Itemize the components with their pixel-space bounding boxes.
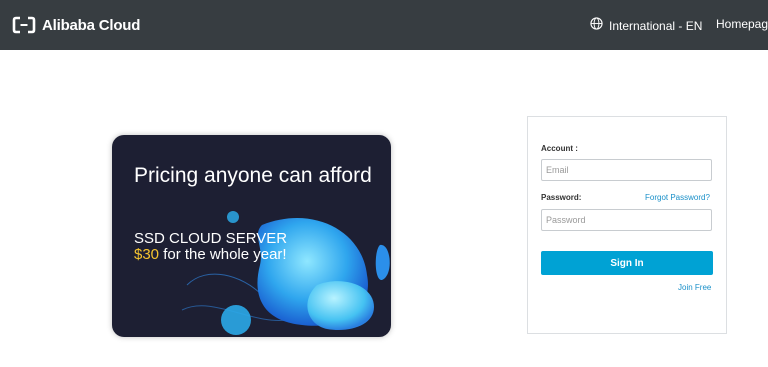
banner-price: $30 — [134, 246, 160, 263]
banner-headline: Pricing anyone can afford — [134, 164, 372, 187]
password-label: Password: — [541, 193, 582, 202]
homepage-link[interactable]: Homepage — [716, 17, 768, 31]
promo-banner[interactable]: Pricing anyone can afford SSD CLOUD SERV… — [112, 135, 391, 337]
top-navigation-bar: Alibaba Cloud International - EN Homepag… — [0, 0, 768, 50]
join-free-link[interactable]: Join Free — [678, 283, 711, 292]
banner-subtitle: SSD CLOUD SERVER — [134, 230, 288, 247]
account-label: Account : — [541, 144, 578, 153]
sign-in-button[interactable]: Sign In — [541, 251, 713, 275]
forgot-password-link[interactable]: Forgot Password? — [645, 193, 710, 202]
login-form: Account : Password: Forgot Password? Sig… — [527, 116, 727, 334]
alibaba-cloud-logo-icon — [12, 16, 36, 34]
language-label: International - EN — [609, 19, 703, 33]
email-field[interactable] — [541, 159, 712, 181]
globe-icon — [590, 17, 603, 35]
password-field[interactable] — [541, 209, 712, 231]
banner-offer-text: for the whole year! — [159, 246, 287, 263]
banner-offer: $30 for the whole year! — [134, 246, 287, 263]
language-selector[interactable]: International - EN — [590, 17, 702, 35]
logo-text: Alibaba Cloud — [42, 16, 141, 34]
alibaba-cloud-logo[interactable]: Alibaba Cloud — [12, 15, 140, 35]
